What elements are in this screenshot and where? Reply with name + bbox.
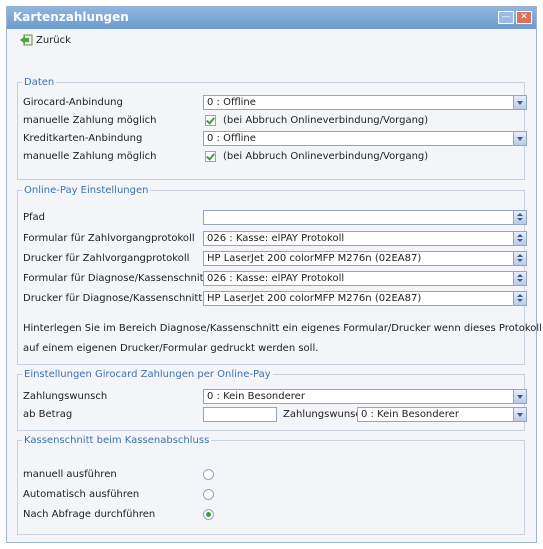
abbetrag-input[interactable]: [203, 407, 277, 422]
formular-label: Formular für Zahlvorgangprotokoll: [23, 233, 195, 244]
chevron-down-icon[interactable]: [513, 132, 526, 145]
daten-group: Daten: [17, 77, 525, 180]
chevron-down-icon[interactable]: [513, 408, 526, 421]
kartenzahlungen-window: Kartenzahlungen — ✕ Zurück Daten Girocar…: [6, 6, 542, 543]
close-button[interactable]: ✕: [516, 11, 532, 24]
spinner-icon[interactable]: [513, 272, 526, 285]
option-automatic-label: Automatisch ausführen: [23, 489, 140, 500]
back-button[interactable]: Zurück: [19, 34, 71, 46]
back-label: Zurück: [36, 34, 71, 46]
window-title: Kartenzahlungen: [13, 10, 129, 24]
option-query-label: Nach Abfrage durchführen: [23, 509, 156, 520]
kreditkarten-label: Kreditkarten-Anbindung: [23, 133, 143, 144]
drucker-diag-value: HP LaserJet 200 colorMFP M276n (02EA87): [207, 293, 422, 304]
abbetrag-label: ab Betrag: [23, 409, 73, 420]
formular-select[interactable]: 026 : Kasse: elPAY Protokoll: [203, 231, 527, 246]
girocard-value: 0 : Offline: [207, 97, 256, 108]
manual-payment-2-checkbox[interactable]: [205, 151, 216, 162]
drucker-diag-label: Drucker für Diagnose/Kassenschnitt: [23, 293, 203, 304]
hint-line-2: auf einem eigenen Drucker/Formular gedru…: [23, 343, 319, 354]
formular-value: 026 : Kasse: elPAY Protokoll: [207, 233, 345, 244]
girocard-label: Girocard-Anbindung: [23, 97, 123, 108]
pfad-input[interactable]: [203, 210, 527, 225]
toolbar: Zurück: [7, 29, 536, 55]
formular-diag-value: 026 : Kasse: elPAY Protokoll: [207, 273, 345, 284]
formular-diag-label: Formular für Diagnose/Kassenschnitt: [23, 273, 208, 284]
option-manual-label: manuell ausführen: [23, 469, 117, 480]
back-arrow-icon: [20, 34, 33, 46]
manual-payment-2-label: manuelle Zahlung möglich: [23, 151, 157, 162]
option-automatic-radio[interactable]: [203, 489, 214, 500]
kreditkarten-select[interactable]: 0 : Offline: [203, 131, 527, 146]
title-bar: Kartenzahlungen — ✕: [7, 7, 536, 29]
option-manual-radio[interactable]: [203, 469, 214, 480]
drucker-select[interactable]: HP LaserJet 200 colorMFP M276n (02EA87): [203, 251, 527, 266]
manual-payment-1-label: manuelle Zahlung möglich: [23, 115, 157, 126]
girocard-select[interactable]: 0 : Offline: [203, 95, 527, 110]
zahlungswunsch2-select[interactable]: 0 : Kein Besonderer: [357, 407, 527, 422]
zahlungswunsch-select[interactable]: 0 : Kein Besonderer: [203, 389, 527, 404]
zahlungswunsch-label: Zahlungswunsch: [23, 391, 108, 402]
formular-diag-select[interactable]: 026 : Kasse: elPAY Protokoll: [203, 271, 527, 286]
pfad-label: Pfad: [23, 212, 46, 223]
kassenschnitt-group: Kassenschnitt beim Kassenabschluss: [17, 435, 525, 535]
manual-payment-1-checkbox[interactable]: [205, 115, 216, 126]
option-query-radio[interactable]: [203, 509, 214, 520]
manual-payment-2-text: (bei Abbruch Onlineverbindung/Vorgang): [223, 151, 429, 162]
spinner-icon[interactable]: [513, 252, 526, 265]
chevron-down-icon[interactable]: [513, 96, 526, 109]
manual-payment-1-text: (bei Abbruch Onlineverbindung/Vorgang): [223, 115, 429, 126]
kreditkarten-value: 0 : Offline: [207, 133, 256, 144]
minimize-button[interactable]: —: [498, 11, 514, 24]
zahlungswunsch2-label: Zahlungswunsch: [283, 409, 368, 420]
daten-legend: Daten: [24, 77, 55, 88]
zahlungswunsch2-value: 0 : Kein Besonderer: [361, 409, 459, 420]
drucker-value: HP LaserJet 200 colorMFP M276n (02EA87): [207, 253, 422, 264]
kassenschnitt-legend: Kassenschnitt beim Kassenabschluss: [24, 435, 210, 446]
chevron-down-icon[interactable]: [513, 390, 526, 403]
spinner-icon[interactable]: [513, 292, 526, 305]
drucker-diag-select[interactable]: HP LaserJet 200 colorMFP M276n (02EA87): [203, 291, 527, 306]
spinner-icon[interactable]: [513, 232, 526, 245]
hint-line-1: Hinterlegen Sie im Bereich Diagnose/Kass…: [23, 323, 542, 334]
drucker-label: Drucker für Zahlvorgangprotokoll: [23, 253, 190, 264]
spinner-icon[interactable]: [513, 211, 526, 224]
zahlungswunsch-value: 0 : Kein Besonderer: [207, 391, 305, 402]
girocard-online-legend: Einstellungen Girocard Zahlungen per Onl…: [24, 369, 271, 380]
onlinepay-legend: Online-Pay Einstellungen: [24, 185, 149, 196]
